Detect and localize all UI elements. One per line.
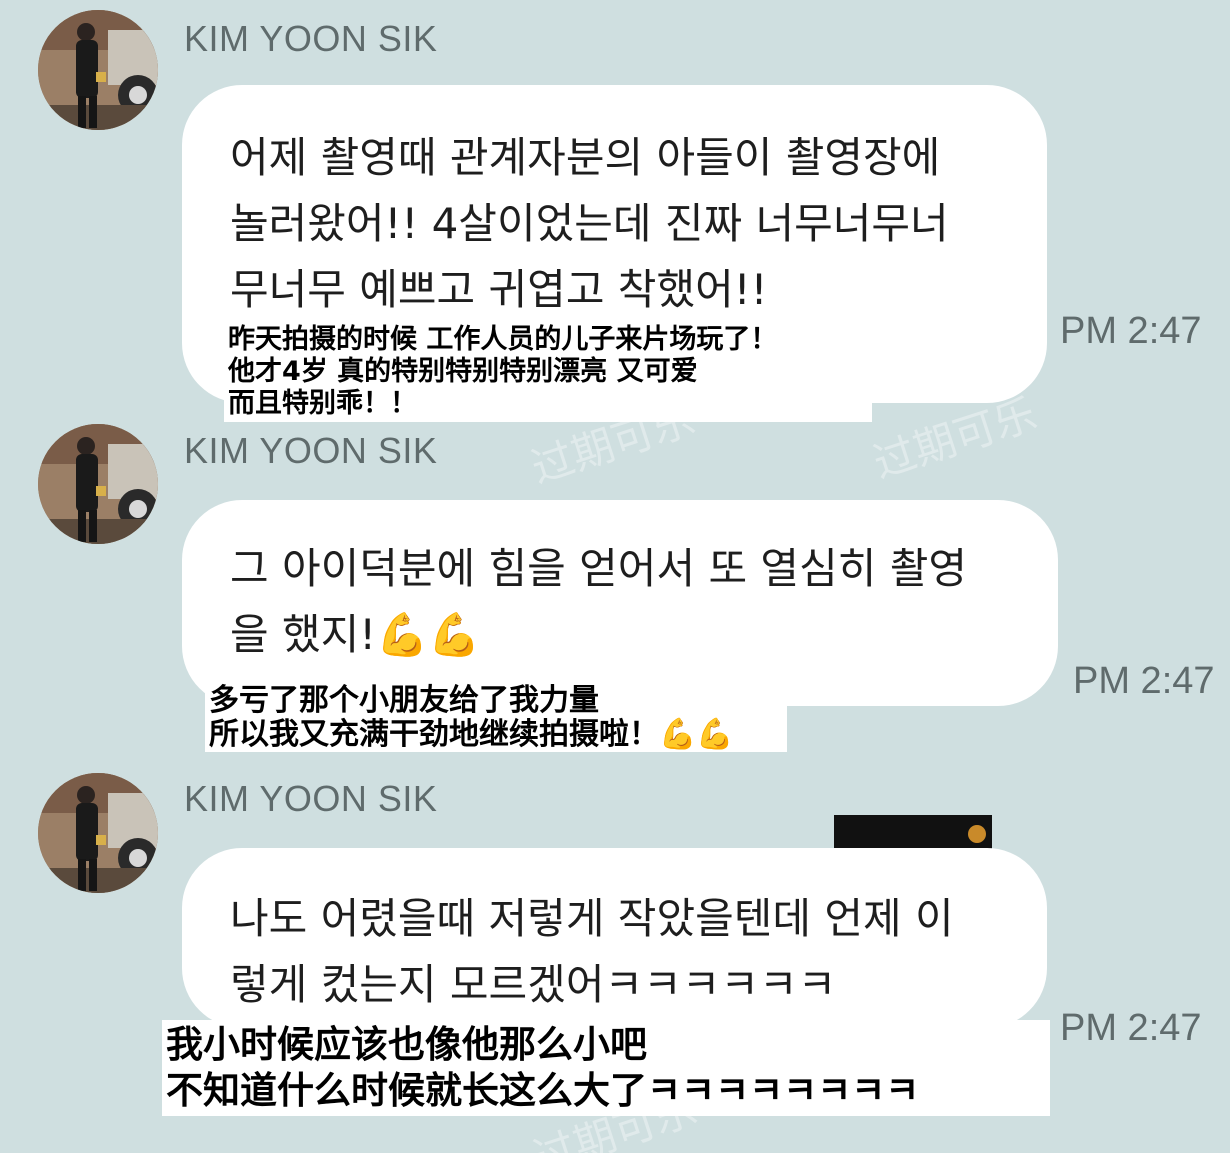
message-time: PM 2:47: [1073, 660, 1215, 702]
message-bubble[interactable]: 그 아이덕분에 힘을 얻어서 또 열심히 촬영 을 했지!💪💪: [182, 500, 1058, 706]
message-time: PM 2:47: [1060, 1007, 1202, 1049]
message-text: 그 아이덕분에 힘을 얻어서 또 열심히 촬영 을 했지!💪💪: [230, 544, 967, 659]
avatar[interactable]: [38, 10, 158, 130]
message-time: PM 2:47: [1060, 310, 1202, 352]
message-text: 어제 촬영때 관계자분의 아들이 촬영장에 놀러왔어!! 4살이었는데 진짜 너…: [230, 133, 949, 314]
redaction-dot: [968, 825, 986, 843]
profile-photo-icon: [38, 773, 158, 893]
translation-caption: 多亏了那个小朋友给了我力量 所以我又充满干劲地继续拍摄啦！💪💪: [205, 684, 787, 752]
translation-caption: 我小时候应该也像他那么小吧 不知道什么时候就长这么大了ㅋㅋㅋㅋㅋㅋㅋㅋ: [162, 1020, 1050, 1116]
profile-photo-icon: [38, 10, 158, 130]
translation-caption: 昨天拍摄的时候 工作人员的儿子来片场玩了！ 他才4岁 真的特别特别特别漂亮 又可…: [224, 322, 872, 422]
profile-photo-icon: [38, 424, 158, 544]
sender-name: KIM YOON SIK: [184, 18, 438, 59]
sender-name: KIM YOON SIK: [184, 778, 438, 819]
sender-name: KIM YOON SIK: [184, 430, 438, 471]
avatar[interactable]: [38, 424, 158, 544]
message-text: 나도 어렸을때 저렇게 작았을텐데 언제 이 렇게 컸는지 모르겠어ㅋㅋㅋㅋㅋㅋ: [230, 894, 954, 1009]
avatar[interactable]: [38, 773, 158, 893]
message-bubble[interactable]: 나도 어렸을때 저렇게 작았을텐데 언제 이 렇게 컸는지 모르겠어ㅋㅋㅋㅋㅋㅋ: [182, 848, 1047, 1028]
